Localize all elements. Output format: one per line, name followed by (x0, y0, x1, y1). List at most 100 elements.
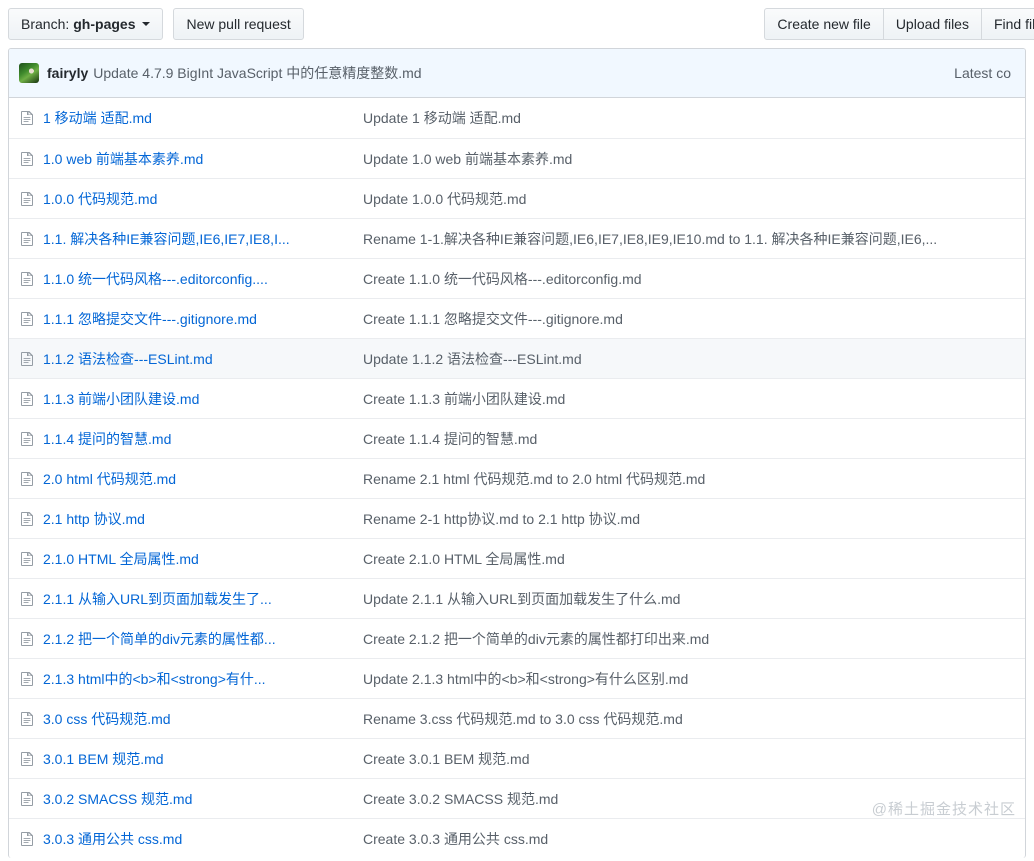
file-icon (21, 471, 33, 486)
file-name-link[interactable]: 2.0 html 代码规范.md (43, 471, 176, 487)
avatar[interactable] (19, 63, 39, 83)
commit-author-link[interactable]: fairyly (47, 65, 88, 81)
file-name-cell: 2.1.1 从输入URL到页面加载发生了... (43, 589, 363, 609)
file-name-cell: 2.1.2 把一个简单的div元素的属性都... (43, 629, 363, 649)
file-icon-cell (9, 110, 43, 126)
file-icon (21, 431, 33, 446)
file-name-link[interactable]: 1.0 web 前端基本素养.md (43, 151, 203, 167)
file-icon (21, 311, 33, 326)
table-row[interactable]: 1.1.4 提问的智慧.md Create 1.1.4 提问的智慧.md (9, 418, 1025, 458)
commit-message-cell[interactable]: Update 2.1.3 html中的<b>和<strong>有什么区别.md (363, 669, 1025, 689)
commit-message-cell[interactable]: Create 3.0.2 SMACSS 规范.md (363, 789, 1025, 809)
table-row[interactable]: 1.1. 解决各种IE兼容问题,IE6,IE7,IE8,I... Rename 1… (9, 218, 1025, 258)
file-icon (21, 191, 33, 206)
table-row[interactable]: 3.0.2 SMACSS 规范.md Create 3.0.2 SMACSS 规范… (9, 778, 1025, 818)
file-name-link[interactable]: 3.0.3 通用公共 css.md (43, 831, 182, 847)
commit-message-cell[interactable]: Create 1.1.0 统一代码风格---.editorconfig.md (363, 269, 1025, 289)
table-row[interactable]: 2.1 http 协议.md Rename 2-1 http协议.md to 2.… (9, 498, 1025, 538)
branch-selector-button[interactable]: Branch: gh-pages (8, 8, 164, 40)
file-name-link[interactable]: 3.0.2 SMACSS 规范.md (43, 791, 192, 807)
table-row[interactable]: 2.1.0 HTML 全局属性.md Create 2.1.0 HTML 全局属性… (9, 538, 1025, 578)
commit-message-cell[interactable]: Create 2.1.2 把一个简单的div元素的属性都打印出来.md (363, 629, 1025, 649)
file-name-link[interactable]: 1.1.0 统一代码风格---.editorconfig.... (43, 271, 268, 287)
file-name-cell: 2.1.0 HTML 全局属性.md (43, 549, 363, 569)
commit-message-cell[interactable]: Update 2.1.1 从输入URL到页面加载发生了什么.md (363, 589, 1025, 609)
file-name-link[interactable]: 3.0 css 代码规范.md (43, 711, 171, 727)
commit-message-cell[interactable]: Rename 1-1.解决各种IE兼容问题,IE6,IE7,IE8,IE9,IE… (363, 229, 1025, 249)
file-icon-cell (9, 151, 43, 167)
repo-toolbar: Branch: gh-pages New pull request Create… (0, 0, 1034, 48)
commit-message-cell[interactable]: Update 1.1.2 语法检查---ESLint.md (363, 349, 1025, 369)
table-row[interactable]: 2.1.3 html中的<b>和<strong>有什... Update 2.1.… (9, 658, 1025, 698)
commit-message-cell[interactable]: Rename 2.1 html 代码规范.md to 2.0 html 代码规范… (363, 469, 1025, 489)
upload-files-button[interactable]: Upload files (883, 8, 982, 40)
file-name-link[interactable]: 2.1 http 协议.md (43, 511, 145, 527)
table-row[interactable]: 2.1.1 从输入URL到页面加载发生了... Update 2.1.1 从输入U… (9, 578, 1025, 618)
file-icon-cell (9, 231, 43, 247)
file-icon-cell (9, 351, 43, 367)
table-row[interactable]: 1 移动端 适配.md Update 1 移动端 适配.md (9, 98, 1025, 138)
table-row[interactable]: 1.1.2 语法检查---ESLint.md Update 1.1.2 语法检查-… (9, 338, 1025, 378)
file-name-link[interactable]: 2.1.1 从输入URL到页面加载发生了... (43, 591, 272, 607)
find-file-label: Find file (993, 16, 1034, 32)
file-icon-cell (9, 271, 43, 287)
file-name-cell: 1.0.0 代码规范.md (43, 189, 363, 209)
file-name-cell: 2.0 html 代码规范.md (43, 469, 363, 489)
commit-message-cell[interactable]: Create 2.1.0 HTML 全局属性.md (363, 549, 1025, 569)
commit-message-cell[interactable]: Update 1.0 web 前端基本素养.md (363, 149, 1025, 169)
commit-message-cell[interactable]: Create 3.0.1 BEM 规范.md (363, 749, 1025, 769)
create-new-file-button[interactable]: Create new file (764, 8, 884, 40)
file-icon-cell (9, 831, 43, 847)
file-icon (21, 231, 33, 246)
file-icon (21, 551, 33, 566)
commit-message-cell[interactable]: Update 1 移动端 适配.md (363, 108, 1025, 128)
table-row[interactable]: 1.0.0 代码规范.md Update 1.0.0 代码规范.md (9, 178, 1025, 218)
file-name-link[interactable]: 2.1.0 HTML 全局属性.md (43, 551, 199, 567)
file-icon (21, 831, 33, 846)
table-row[interactable]: 1.0 web 前端基本素养.md Update 1.0 web 前端基本素养.m… (9, 138, 1025, 178)
file-name-link[interactable]: 1.1.4 提问的智慧.md (43, 431, 171, 447)
commit-message-cell[interactable]: Rename 3.css 代码规范.md to 3.0 css 代码规范.md (363, 709, 1025, 729)
file-name-cell: 2.1 http 协议.md (43, 509, 363, 529)
file-name-link[interactable]: 2.1.2 把一个简单的div元素的属性都... (43, 631, 276, 647)
upload-files-label: Upload files (895, 16, 969, 32)
commit-message-cell[interactable]: Update 1.0.0 代码规范.md (363, 189, 1025, 209)
file-icon-cell (9, 191, 43, 207)
chevron-down-icon (142, 22, 151, 26)
file-icon-cell (9, 431, 43, 447)
table-row[interactable]: 1.1.1 忽略提交文件---.gitignore.md Create 1.1.1… (9, 298, 1025, 338)
table-row[interactable]: 3.0.1 BEM 规范.md Create 3.0.1 BEM 规范.md (9, 738, 1025, 778)
file-name-link[interactable]: 1.1.1 忽略提交文件---.gitignore.md (43, 311, 257, 327)
commit-message-cell[interactable]: Create 1.1.1 忽略提交文件---.gitignore.md (363, 309, 1025, 329)
file-name-link[interactable]: 1 移动端 适配.md (43, 110, 152, 126)
table-row[interactable]: 1.1.0 统一代码风格---.editorconfig.... Create 1… (9, 258, 1025, 298)
file-name-link[interactable]: 1.1. 解决各种IE兼容问题,IE6,IE7,IE8,I... (43, 231, 290, 247)
table-row[interactable]: 2.1.2 把一个简单的div元素的属性都... Create 2.1.2 把一个… (9, 618, 1025, 658)
file-name-link[interactable]: 1.1.3 前端小团队建设.md (43, 391, 199, 407)
file-name-cell: 1.1.1 忽略提交文件---.gitignore.md (43, 309, 363, 329)
commit-message-cell[interactable]: Rename 2-1 http协议.md to 2.1 http 协议.md (363, 509, 1025, 529)
commit-message-cell[interactable]: Create 3.0.3 通用公共 css.md (363, 829, 1025, 849)
file-icon-cell (9, 711, 43, 727)
file-icon-cell (9, 791, 43, 807)
file-name-link[interactable]: 2.1.3 html中的<b>和<strong>有什... (43, 671, 266, 687)
file-icon-cell (9, 311, 43, 327)
file-icon-cell (9, 751, 43, 767)
file-icon (21, 791, 33, 806)
table-row[interactable]: 3.0 css 代码规范.md Rename 3.css 代码规范.md to 3… (9, 698, 1025, 738)
file-name-link[interactable]: 1.1.2 语法检查---ESLint.md (43, 351, 213, 367)
find-file-button[interactable]: Find file (981, 8, 1034, 40)
file-name-link[interactable]: 1.0.0 代码规范.md (43, 191, 157, 207)
new-pull-request-button[interactable]: New pull request (173, 8, 304, 40)
commit-message-cell[interactable]: Create 1.1.3 前端小团队建设.md (363, 389, 1025, 409)
commit-message-cell[interactable]: Create 1.1.4 提问的智慧.md (363, 429, 1025, 449)
table-row[interactable]: 3.0.3 通用公共 css.md Create 3.0.3 通用公共 css.m… (9, 818, 1025, 858)
table-row[interactable]: 2.0 html 代码规范.md Rename 2.1 html 代码规范.md … (9, 458, 1025, 498)
file-name-link[interactable]: 3.0.1 BEM 规范.md (43, 751, 164, 767)
file-icon-cell (9, 391, 43, 407)
file-name-cell: 2.1.3 html中的<b>和<strong>有什... (43, 669, 363, 689)
file-name-cell: 1.1.3 前端小团队建设.md (43, 389, 363, 409)
commit-message-link[interactable]: Update 4.7.9 BigInt JavaScript 中的任意精度整数.… (93, 63, 421, 83)
table-row[interactable]: 1.1.3 前端小团队建设.md Create 1.1.3 前端小团队建设.md (9, 378, 1025, 418)
file-icon (21, 111, 33, 125)
